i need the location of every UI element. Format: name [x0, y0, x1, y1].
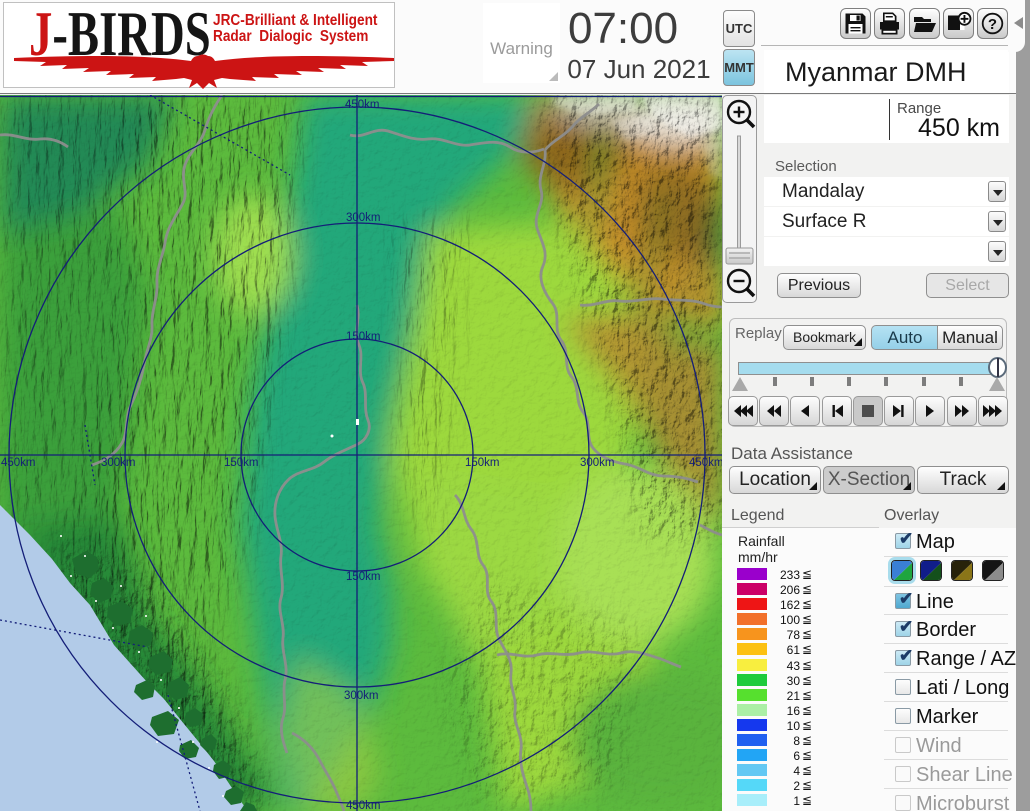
svg-text:300km: 300km [101, 457, 136, 469]
svg-text:450km: 450km [346, 800, 381, 811]
svg-text:150km: 150km [346, 571, 381, 583]
svg-text:?: ? [988, 16, 997, 33]
svg-text:300km: 300km [580, 457, 615, 469]
svg-text:150km: 150km [224, 457, 259, 469]
svg-text:450km: 450km [689, 457, 722, 469]
svg-text:150km: 150km [346, 331, 381, 343]
svg-text:300km: 300km [344, 690, 379, 702]
svg-text:450km: 450km [345, 99, 380, 111]
svg-text:450km: 450km [1, 457, 36, 469]
svg-text:300km: 300km [346, 212, 381, 224]
svg-text:150km: 150km [465, 457, 500, 469]
